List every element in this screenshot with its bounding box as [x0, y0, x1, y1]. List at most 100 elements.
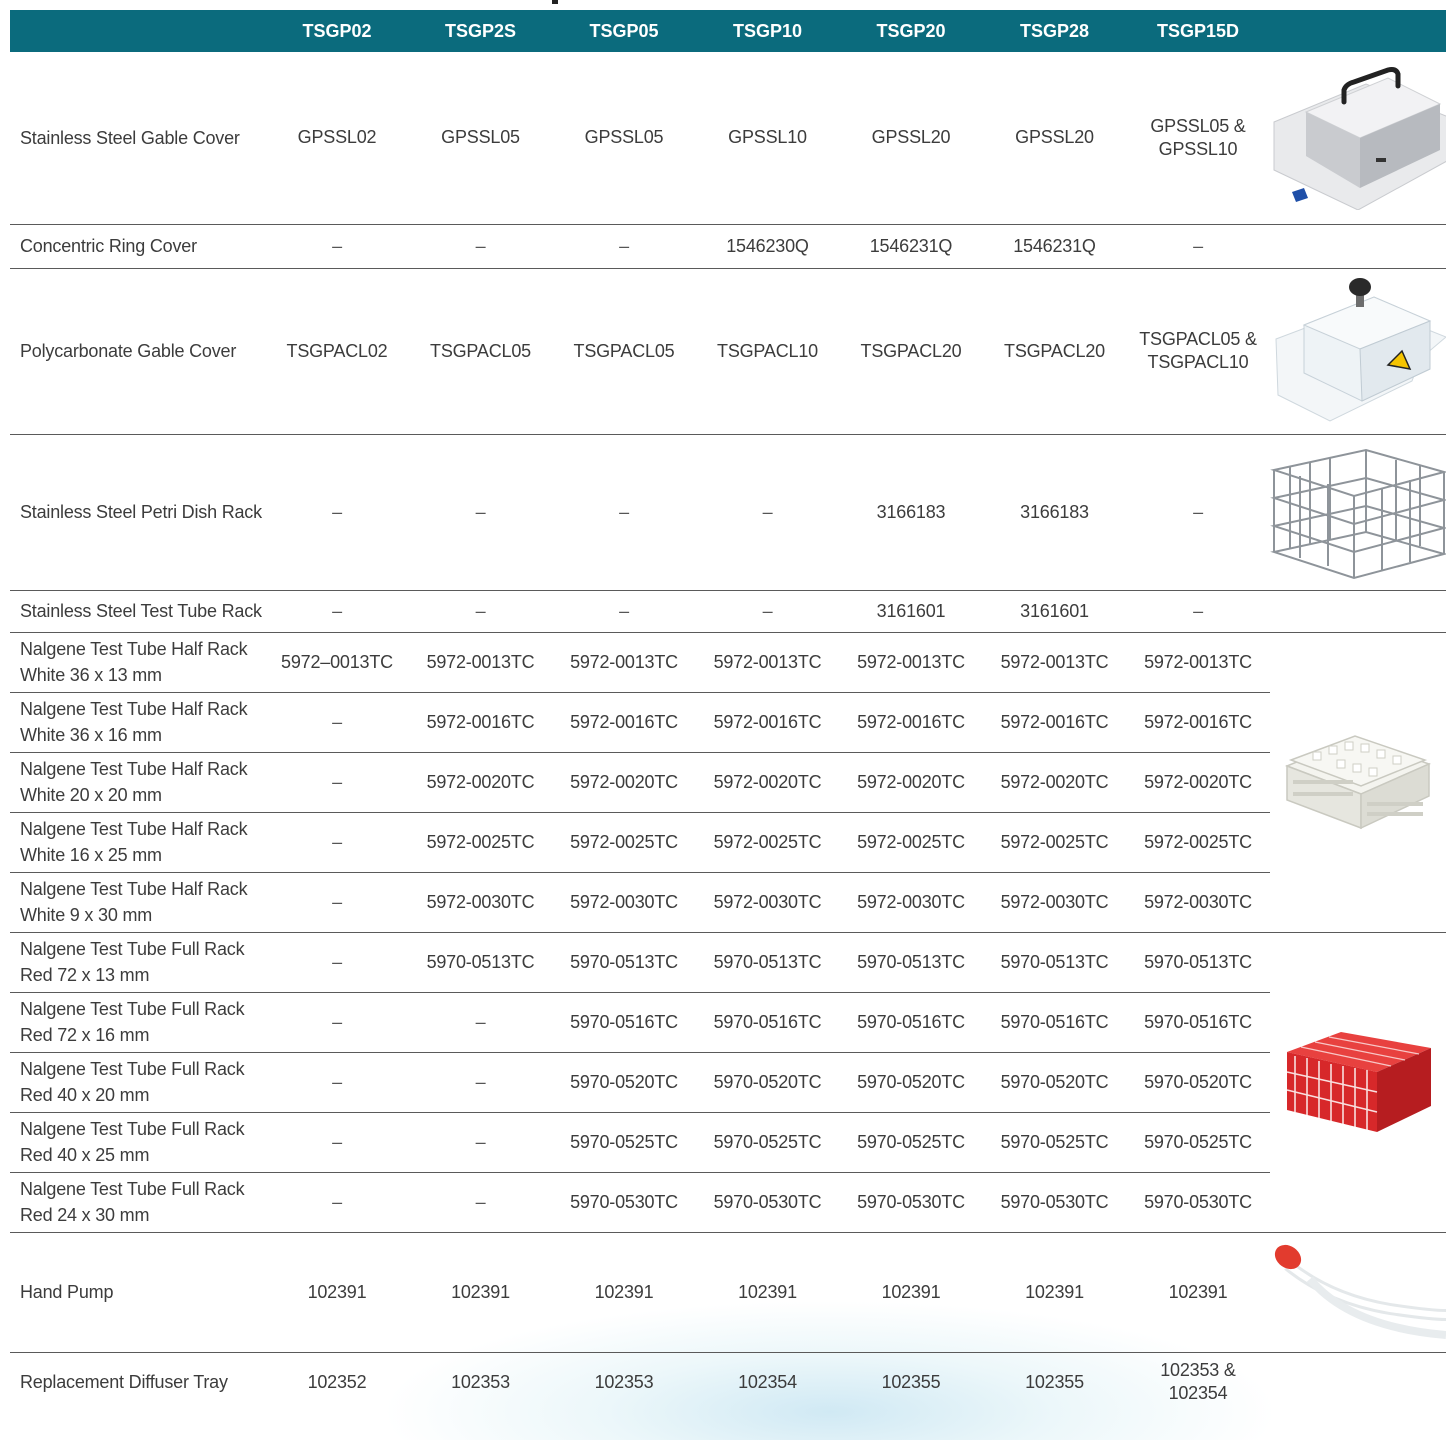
image-cell-empty [1270, 1351, 1446, 1412]
part-number-cell: 5972-0030TC [552, 871, 696, 932]
white-half-rack-photo [1270, 631, 1446, 932]
row-label: Polycarbonate Gable Cover [10, 267, 265, 434]
part-number-cell: 5972-0030TC [983, 871, 1126, 932]
part-number-cell: 5972-0016TC [409, 691, 552, 752]
part-number-cell: – [1126, 223, 1270, 268]
row-label: Nalgene Test Tube Half Rack White 36 x 13… [10, 631, 265, 692]
part-number-cell: 5972-0016TC [839, 691, 983, 752]
part-number-cell: – [409, 1051, 552, 1112]
part-number-cell: – [265, 931, 409, 992]
part-number-cell: 5972-0025TC [409, 811, 552, 872]
part-number-cell: 5972-0020TC [1126, 751, 1270, 812]
part-number-cell: 102352 [265, 1351, 409, 1412]
part-number-cell: 5970-0516TC [552, 991, 696, 1052]
part-number-cell: GPSSL05 & GPSSL10 [1150, 115, 1246, 159]
row-label: Stainless Steel Test Tube Rack [10, 589, 265, 632]
part-number-cell: – [265, 751, 409, 812]
table-row: Nalgene Test Tube Full Rack Red 72 x 16 m… [10, 991, 1446, 1052]
part-number-cell: 5972-0020TC [696, 751, 839, 812]
part-number-cell: 5972-0013TC [983, 631, 1126, 692]
part-number-cell: – [409, 433, 552, 590]
header-row: TSGP02 TSGP2S TSGP05 TSGP10 TSGP20 TSGP2… [10, 10, 1446, 52]
part-number-cell: – [552, 589, 696, 632]
table-row: Replacement Diffuser Tray 102352 102353 102… [10, 1351, 1446, 1412]
part-number-cell: GPSSL10 [728, 127, 807, 148]
table-row: Stainless Steel Test Tube Rack – – – –316160… [10, 589, 1446, 632]
top-strip [0, 0, 1446, 10]
header-cell-tsgp20: TSGP20 [876, 20, 946, 41]
header-cell-tsgp10: TSGP10 [732, 20, 803, 41]
part-number-cell: 5970-0530TC [552, 1171, 696, 1232]
part-number-cell: 5972-0020TC [552, 751, 696, 812]
part-number-cell: 5972-0013TC [552, 631, 696, 692]
part-number-cell: – [265, 433, 409, 590]
row-label: Nalgene Test Tube Full Rack Red 40 x 25 m… [10, 1111, 265, 1172]
row-label: Hand Pump [10, 1231, 265, 1352]
row-label: Nalgene Test Tube Half Rack White 16 x 25… [10, 811, 265, 872]
part-number-cell: 102391 [983, 1231, 1126, 1352]
part-number-cell: 5970-0520TC [696, 1051, 839, 1112]
table-row: Nalgene Test Tube Full Rack Red 40 x 25 m… [10, 1111, 1446, 1172]
part-number-cell: 1546231Q [839, 223, 983, 268]
part-number-cell: 5972-0020TC [839, 751, 983, 812]
part-number-cell: – [265, 1111, 409, 1172]
part-number-cell: 102391 [552, 1231, 696, 1352]
row-label: Replacement Diffuser Tray [10, 1351, 265, 1412]
part-number-cell: 102391 [265, 1231, 409, 1352]
part-number-cell: TSGPACL20 [839, 267, 983, 434]
part-number-cell: 5970-0520TC [983, 1051, 1126, 1112]
part-number-cell: 102355 [983, 1351, 1126, 1412]
part-number-cell: 3161601 [839, 589, 983, 632]
part-number-cell: GPSSL20 [871, 127, 951, 148]
part-number-cell: – [1126, 589, 1270, 632]
stainless-steel-gable-cover-photo [1270, 52, 1446, 224]
part-number-cell: 5972-0025TC [696, 811, 839, 872]
part-number-cell: – [265, 871, 409, 932]
header-cell-tsgp02: TSGP02 [302, 20, 372, 41]
part-number-cell: – [409, 223, 552, 268]
part-number-cell: TSGPACL05 [409, 267, 552, 434]
part-number-cell: – [696, 433, 839, 590]
table-row: Nalgene Test Tube Half Rack White 36 x 16… [10, 691, 1446, 752]
part-number-cell: 102353 [552, 1351, 696, 1412]
row-label: Nalgene Test Tube Half Rack White 20 x 20… [10, 751, 265, 812]
part-number-cell: 5970-0513TC [983, 931, 1126, 992]
table-row: Polycarbonate Gable Cover TSGPACL02 TSGPAC… [10, 267, 1446, 434]
part-number-cell: 5970-0513TC [839, 931, 983, 992]
part-number-cell: 102391 [696, 1231, 839, 1352]
part-number-cell: 5970-0530TC [696, 1171, 839, 1232]
part-number-cell: 5970-0525TC [839, 1111, 983, 1172]
table-row: Nalgene Test Tube Half Rack White 16 x 25… [10, 811, 1446, 872]
row-label: Nalgene Test Tube Full Rack Red 40 x 20 m… [10, 1051, 265, 1112]
row-label: Nalgene Test Tube Half Rack White 36 x 16… [10, 691, 265, 752]
row-label: Stainless Steel Gable Cover [20, 127, 240, 148]
header-cell-tsgp28: TSGP28 [1019, 20, 1090, 41]
part-number-cell: 102354 [696, 1351, 839, 1412]
header-cell-label [10, 10, 265, 52]
table-row: Nalgene Test Tube Half Rack White 36 x 13… [10, 631, 1446, 932]
table-row: Nalgene Test Tube Full Rack Red 24 x 30 m… [10, 1171, 1446, 1232]
part-number-cell: 5972-0016TC [552, 691, 696, 752]
part-number-cell: 102353 [409, 1351, 552, 1412]
part-number-cell: 102391 [1126, 1231, 1270, 1352]
part-number-cell: 5970-0516TC [696, 991, 839, 1052]
header-cell-tsgp05: TSGP05 [589, 20, 659, 41]
header-cell-image [1270, 10, 1446, 52]
part-number-cell: – [1126, 433, 1270, 590]
part-number-cell: 5972-0030TC [839, 871, 983, 932]
polycarbonate-gable-cover-photo [1270, 267, 1446, 434]
part-number-cell: 1546231Q [983, 223, 1126, 268]
part-number-cell: 3161601 [983, 589, 1126, 632]
part-number-cell: 5970-0530TC [839, 1171, 983, 1232]
hand-pump-photo [1270, 1231, 1446, 1352]
part-number-cell: 5970-0520TC [839, 1051, 983, 1112]
petri-dish-rack-photo [1270, 433, 1446, 590]
part-number-cell: 102355 [839, 1351, 983, 1412]
part-number-cell: 5972-0025TC [839, 811, 983, 872]
part-number-cell: TSGPACL05 & TSGPACL10 [1126, 267, 1270, 434]
header-cell-tsgp2s: TSGP2S [444, 20, 517, 41]
table-row: Nalgene Test Tube Full Rack Red 72 x 13 m… [10, 931, 1446, 1232]
part-number-cell: GPSSL20 [1015, 127, 1094, 148]
part-number-cell: 5972-0013TC [839, 631, 983, 692]
image-cell-empty [1270, 589, 1446, 632]
